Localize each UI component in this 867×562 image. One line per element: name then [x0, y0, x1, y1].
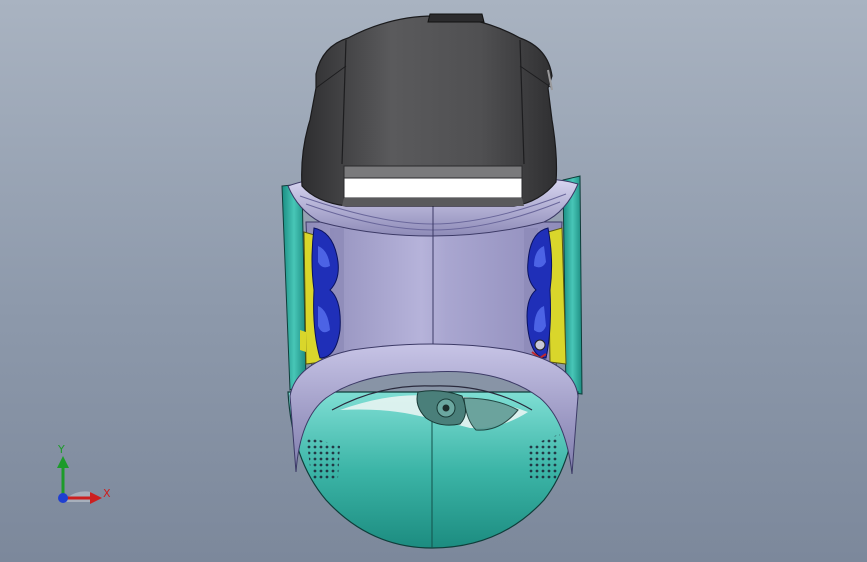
left-mechanism[interactable] — [300, 227, 341, 365]
x-axis-label: X — [103, 487, 111, 500]
y-axis-label: Y — [58, 443, 65, 456]
cad-viewport[interactable]: Y X — [0, 0, 867, 562]
top-shell[interactable] — [301, 13, 558, 207]
3d-model[interactable] — [0, 0, 867, 562]
axis-triad: Y X — [46, 440, 126, 520]
right-mechanism[interactable] — [526, 227, 567, 365]
left-side-rail[interactable] — [281, 183, 307, 391]
